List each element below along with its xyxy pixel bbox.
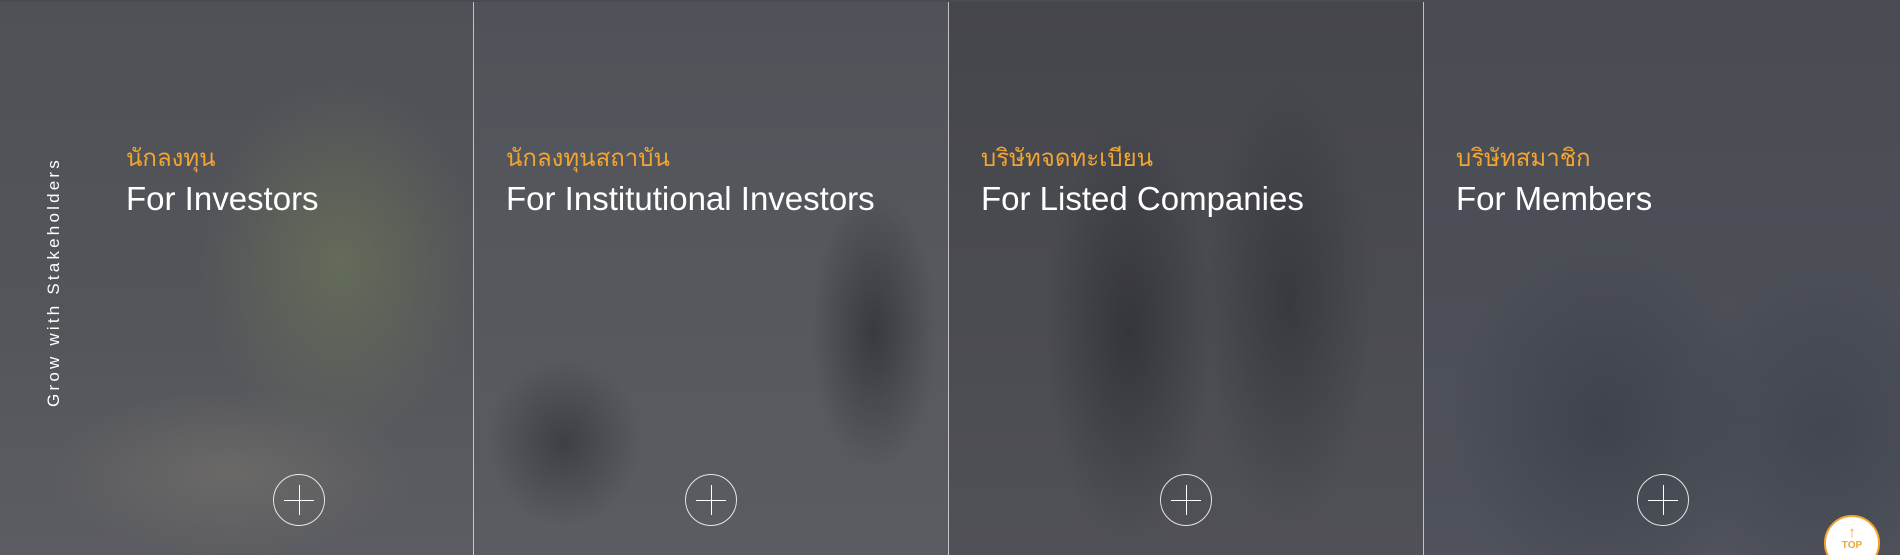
panel-title: For Members [1456, 180, 1653, 217]
side-label: Grow with Stakeholders [42, 132, 66, 432]
panel-subtitle-thai: นักลงทุนสถาบัน [506, 144, 670, 172]
expand-plus-icon-button[interactable] [1160, 474, 1212, 526]
panel-subtitle-thai: บริษัทจดทะเบียน [981, 144, 1154, 172]
side-label-text: Grow with Stakeholders [44, 157, 64, 407]
panel-for-members[interactable]: บริษัทสมาชิก For Members [1424, 2, 1900, 555]
expand-plus-icon-button[interactable] [1637, 474, 1689, 526]
arrow-up-icon: ↑ [1848, 524, 1856, 541]
top-label: TOP [1841, 540, 1863, 551]
panel-title: For Investors [126, 180, 319, 217]
panel-subtitle-thai: บริษัทสมาชิก [1456, 144, 1591, 172]
panel-subtitle-thai: นักลงทุน [126, 144, 216, 172]
panel-for-institutional-investors[interactable]: นักลงทุนสถาบัน For Institutional Investo… [474, 2, 949, 555]
stakeholders-section: Grow with Stakeholders นักลงทุน For Inve… [0, 0, 1900, 555]
panel-title: For Institutional Investors [506, 180, 875, 217]
panel-for-listed-companies[interactable]: บริษัทจดทะเบียน For Listed Companies [949, 2, 1424, 555]
panel-title: For Listed Companies [981, 180, 1304, 217]
expand-plus-icon-button[interactable] [685, 474, 737, 526]
panel-for-investors[interactable]: Grow with Stakeholders นักลงทุน For Inve… [0, 2, 474, 555]
expand-plus-icon-button[interactable] [273, 474, 325, 526]
